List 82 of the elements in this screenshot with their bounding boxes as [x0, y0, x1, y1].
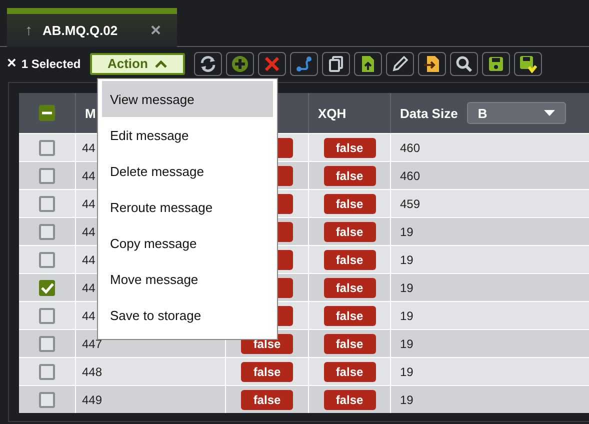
column-header: Data Size — [400, 106, 458, 120]
row-checkbox[interactable] — [39, 252, 55, 268]
search-icon — [454, 54, 473, 72]
table-cell: 44 — [82, 196, 96, 210]
select-all-checkbox[interactable] — [39, 105, 55, 121]
table-cell: 447 — [82, 336, 102, 350]
row-checkbox[interactable] — [39, 280, 55, 296]
false-badge: false — [324, 390, 376, 410]
refresh-icon — [198, 54, 217, 72]
table-cell: 19 — [400, 392, 414, 406]
selection-count: 1 Selected — [21, 56, 81, 70]
row-checkbox[interactable] — [39, 168, 55, 184]
menu-item[interactable]: Reroute message — [102, 189, 273, 225]
check-icon — [40, 282, 54, 294]
table-cell: 44 — [82, 308, 96, 322]
column-header: XQH — [318, 106, 346, 120]
menu-item[interactable]: Move message — [102, 261, 273, 297]
false-badge: false — [324, 138, 376, 158]
table-cell: 19 — [400, 280, 414, 294]
table-cell: 19 — [400, 308, 414, 322]
tool-button[interactable] — [354, 52, 382, 76]
unit-dropdown[interactable]: B — [466, 102, 566, 124]
row-checkbox[interactable] — [39, 364, 55, 380]
false-badge: false — [324, 250, 376, 270]
menu-item[interactable]: View message — [102, 81, 273, 117]
row-checkbox[interactable] — [39, 308, 55, 324]
tool-button[interactable] — [514, 52, 542, 76]
tool-button[interactable] — [418, 52, 446, 76]
row-checkbox[interactable] — [39, 392, 55, 408]
table-cell: 44 — [82, 140, 96, 154]
table-cell: 44 — [82, 224, 96, 238]
save-icon — [486, 54, 505, 72]
menu-item[interactable]: Edit message — [102, 117, 273, 153]
action-button[interactable]: Action — [90, 52, 185, 74]
table-cell: 19 — [400, 224, 414, 238]
dropdown-caret-icon — [544, 110, 555, 116]
table-cell: 19 — [400, 252, 414, 266]
false-badge: false — [324, 306, 376, 326]
false-badge: false — [324, 362, 376, 382]
row-checkbox[interactable] — [39, 140, 55, 156]
false-badge: false — [324, 334, 376, 354]
tool-button[interactable] — [482, 52, 510, 76]
column-header: M — [85, 106, 96, 120]
table-cell: 44 — [82, 280, 96, 294]
up-arrow-icon: ↑ — [25, 22, 32, 39]
add-icon — [230, 54, 249, 72]
table-cell: 44 — [82, 252, 96, 266]
false-badge: false — [324, 166, 376, 186]
table-cell: 460 — [400, 168, 420, 182]
tab-title: AB.MQ.Q.02 — [42, 23, 119, 38]
false-badge: false — [241, 390, 293, 410]
table-cell: 19 — [400, 336, 414, 350]
tool-button[interactable] — [194, 52, 222, 76]
table-cell: 44 — [82, 168, 96, 182]
tool-button[interactable] — [450, 52, 478, 76]
close-icon[interactable]: × — [150, 20, 161, 41]
tool-button[interactable] — [386, 52, 414, 76]
table-cell: 460 — [400, 140, 420, 154]
row-checkbox[interactable] — [39, 336, 55, 352]
route-icon — [294, 54, 313, 72]
queue-tab[interactable]: ↑ AB.MQ.Q.02 × — [7, 8, 177, 47]
tool-button[interactable] — [322, 52, 350, 76]
file-import-icon — [422, 54, 441, 72]
menu-item[interactable]: Delete message — [102, 153, 273, 189]
caret-icon — [154, 60, 167, 68]
pencil-icon — [390, 54, 409, 72]
menu-item[interactable]: Copy message — [102, 225, 273, 261]
save-export-icon — [518, 54, 537, 72]
false-badge: false — [324, 194, 376, 214]
table-cell: 459 — [400, 196, 420, 210]
clear-selection-icon[interactable]: × — [7, 54, 16, 72]
copy-icon — [326, 54, 345, 72]
false-badge: false — [241, 362, 293, 382]
table-cell: 19 — [400, 364, 414, 378]
row-checkbox[interactable] — [39, 224, 55, 240]
row-checkbox[interactable] — [39, 196, 55, 212]
false-badge: false — [324, 278, 376, 298]
false-badge: false — [324, 222, 376, 242]
table-cell: 448 — [82, 364, 102, 378]
menu-item[interactable]: Save to storage — [102, 297, 273, 333]
delete-icon — [262, 54, 281, 72]
table-cell: 449 — [82, 392, 102, 406]
